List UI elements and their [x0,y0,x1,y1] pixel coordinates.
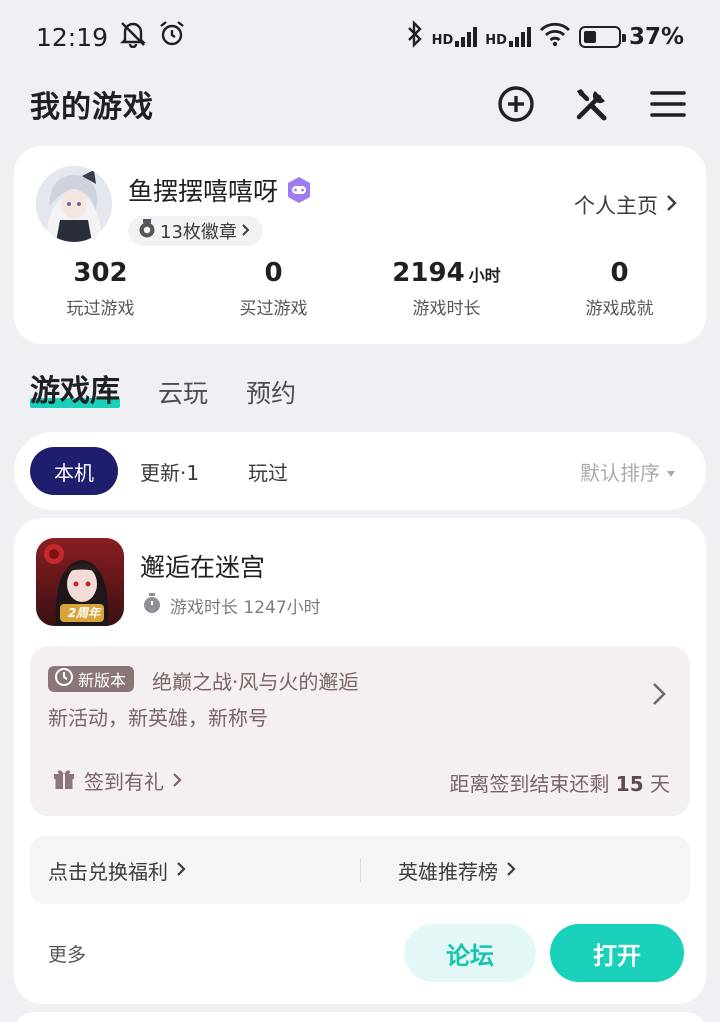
page-title: 我的游戏 [30,90,154,125]
chevron-right-icon[interactable] [652,682,666,710]
filter-bar: 本机 更新·1 玩过 默认排序 [14,432,706,510]
gift-icon [52,766,76,795]
hero-ranking-label: 英雄推荐榜 [398,859,498,884]
chevron-right-icon [176,858,186,882]
stopwatch-icon [142,592,162,619]
profile-home-link[interactable]: 个人主页 [574,190,678,220]
chevron-right-icon [241,221,251,242]
stat-value: 2194 小时 [392,258,501,288]
badge-count-label: 13枚徽章 [160,222,237,243]
stat-label: 游戏时长 [412,299,481,319]
game-card: 2周年 邂逅在迷宫 游戏时长 1247小时 新版本 绝巅之战·风与火的邂逅 新活… [14,518,706,1004]
play-time: 游戏时长 1247小时 [142,592,321,619]
stat-label: 玩过游戏 [66,299,135,319]
sort-dropdown[interactable]: 默认排序 [580,447,676,495]
countdown-prefix: 距离签到结束还剩 [449,772,610,796]
tab-game-library[interactable]: 游戏库 [30,366,120,410]
signal-icon: HD [432,27,478,47]
update-panel[interactable]: 新版本 绝巅之战·风与火的邂逅 新活动，新英雄，新称号 签到有礼 距离签到结束还… [30,646,690,816]
status-time: 12:19 [36,22,109,52]
avatar[interactable] [36,166,112,242]
stat-achievements[interactable]: 0 游戏成就 [533,258,706,319]
profile-stats: 302 玩过游戏 0 买过游戏 2194 小时 游戏时长 0 游戏成就 [14,258,706,319]
tab-reservations[interactable]: 预约 [246,374,296,410]
stat-value: 0 [610,258,629,288]
stat-label: 买过游戏 [239,299,308,319]
stat-value: 302 [73,258,128,288]
divider [360,858,361,882]
network-type-label-2: HD [485,33,507,48]
countdown-days: 15 [615,772,644,796]
open-game-button[interactable]: 打开 [550,924,684,982]
new-version-tag: 新版本 [48,666,135,692]
medal-icon [138,218,156,244]
quick-links: 点击兑换福利 英雄推荐榜 [30,836,690,904]
play-time-label: 游戏时长 1247小时 [170,598,321,618]
new-version-label: 新版本 [78,671,127,690]
signin-countdown: 距离签到结束还剩 15 天 [449,768,670,797]
alarm-icon [158,20,186,54]
status-bar: 12:19 HD HD 37% [0,0,720,74]
redeem-label: 点击兑换福利 [48,859,168,884]
game-icon[interactable]: 2周年 [36,538,124,626]
signin-reward-link[interactable]: 签到有礼 [52,766,182,795]
stat-label: 游戏成就 [585,299,654,319]
filter-chip-local[interactable]: 本机 [30,447,118,495]
anniversary-badge: 2周年 [67,606,101,620]
caret-down-icon [666,459,676,483]
update-title: 绝巅之战·风与火的邂逅 [152,670,359,694]
hero-ranking-link[interactable]: 英雄推荐榜 [398,836,516,904]
page-header: 我的游戏 [0,74,720,134]
add-circle-icon[interactable] [496,84,536,124]
battery-percent: 37% [628,24,684,50]
network-type-label: HD [431,33,454,48]
badge-count-pill[interactable]: 13枚徽章 [128,216,263,246]
chevron-right-icon [506,858,516,882]
stat-unit: 小时 [468,266,501,285]
signal-icon-2: HD [485,27,531,47]
stat-value: 0 [264,258,283,288]
signin-label: 签到有礼 [84,770,164,794]
menu-icon[interactable] [648,84,688,124]
more-button[interactable]: 更多 [48,940,86,967]
library-tabs: 游戏库 云玩 预约 [30,366,296,410]
refresh-icon [54,667,74,691]
username: 鱼摆摆嘻嘻呀 [128,177,279,206]
stat-play-duration[interactable]: 2194 小时 游戏时长 [360,258,533,319]
countdown-suffix: 天 [650,772,670,796]
chevron-right-icon [172,769,182,793]
controller-badge-icon [284,175,314,205]
chevron-right-icon [666,193,678,217]
stat-played-games[interactable]: 302 玩过游戏 [14,258,187,319]
redeem-benefits-link[interactable]: 点击兑换福利 [48,836,186,904]
filter-chip-updates[interactable]: 更新·1 [140,447,199,495]
profile-link-label: 个人主页 [574,194,658,218]
forum-button[interactable]: 论坛 [404,924,536,982]
game-title[interactable]: 邂逅在迷宫 [140,548,265,584]
wifi-icon [539,21,571,53]
update-subtitle: 新活动，新英雄，新称号 [48,706,268,730]
next-game-card [14,1012,706,1022]
stat-bought-games[interactable]: 0 买过游戏 [187,258,360,319]
tab-cloud-play[interactable]: 云玩 [158,374,208,410]
profile-card: 鱼摆摆嘻嘻呀 13枚徽章 个人主页 302 玩过游戏 0 买过游戏 2194 小时… [14,146,706,344]
tools-icon[interactable] [572,84,612,124]
battery-icon [578,26,626,48]
mute-icon [118,20,148,54]
bluetooth-icon [406,20,424,54]
filter-chip-played[interactable]: 玩过 [248,447,288,495]
sort-label: 默认排序 [580,460,660,485]
